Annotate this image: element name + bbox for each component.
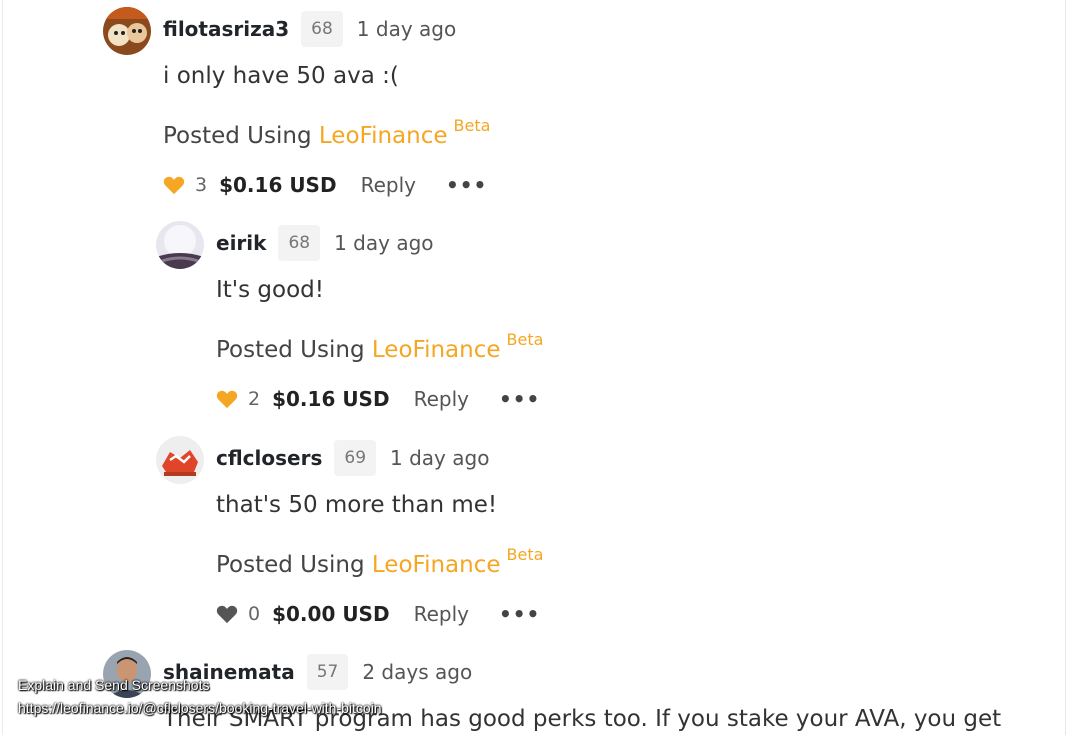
- more-options-icon[interactable]: •••: [446, 173, 487, 197]
- reply-button[interactable]: Reply: [414, 387, 469, 411]
- overlay-caption: Explain and Send Screenshots: [18, 677, 210, 693]
- comment-thread: filotasriza3 68 1 day ago i only have 50…: [0, 0, 1066, 735]
- leofinance-link[interactable]: LeoFinance: [319, 123, 448, 149]
- posted-using: Posted Using LeoFinance Beta: [216, 330, 543, 363]
- leofinance-link[interactable]: LeoFinance: [372, 337, 501, 363]
- reply-button[interactable]: Reply: [361, 173, 416, 197]
- payout-value[interactable]: $0.16 USD: [219, 173, 336, 197]
- timestamp[interactable]: 1 day ago: [390, 446, 489, 470]
- comment-body: It's good!: [216, 277, 324, 303]
- posted-using-label: Posted Using: [163, 123, 312, 149]
- heart-icon[interactable]: [163, 175, 185, 195]
- avatar[interactable]: [156, 221, 204, 269]
- reply-button[interactable]: Reply: [414, 602, 469, 626]
- payout-value[interactable]: $0.00 USD: [272, 602, 389, 626]
- reputation-badge: 68: [301, 11, 343, 47]
- posted-using-label: Posted Using: [216, 337, 365, 363]
- author-name[interactable]: filotasriza3: [163, 17, 289, 41]
- left-divider: [2, 0, 3, 735]
- reputation-badge: 68: [278, 225, 321, 261]
- comment-body: that's 50 more than me!: [216, 492, 498, 518]
- reputation-badge: 57: [306, 654, 349, 690]
- posted-using-label: Posted Using: [216, 552, 365, 578]
- comment-actions: 3 $0.16 USD Reply •••: [163, 170, 487, 200]
- timestamp[interactable]: 2 days ago: [362, 660, 472, 684]
- posted-using: Posted Using LeoFinance Beta: [216, 545, 543, 578]
- comment-actions: 2 $0.16 USD Reply •••: [216, 384, 540, 414]
- vote-count[interactable]: 3: [195, 174, 207, 196]
- vote-count[interactable]: 0: [248, 603, 260, 625]
- avatar[interactable]: [156, 436, 204, 484]
- more-options-icon[interactable]: •••: [499, 387, 540, 411]
- comment-body: i only have 50 ava :(: [163, 63, 399, 89]
- posted-using: Posted Using LeoFinance Beta: [163, 116, 490, 149]
- heart-icon[interactable]: [216, 389, 238, 409]
- more-options-icon[interactable]: •••: [499, 602, 540, 626]
- payout-value[interactable]: $0.16 USD: [272, 387, 389, 411]
- reputation-badge: 69: [334, 440, 377, 476]
- overlay-url: https://leofinance.io/@cflclosers/bookin…: [18, 700, 382, 716]
- heart-icon[interactable]: [216, 604, 238, 624]
- vote-count[interactable]: 2: [248, 388, 260, 410]
- beta-label: Beta: [506, 545, 544, 564]
- beta-label: Beta: [453, 116, 491, 135]
- timestamp[interactable]: 1 day ago: [334, 231, 433, 255]
- leofinance-link[interactable]: LeoFinance: [372, 552, 501, 578]
- comment-actions: 0 $0.00 USD Reply •••: [216, 599, 540, 629]
- timestamp[interactable]: 1 day ago: [357, 17, 456, 41]
- author-name[interactable]: eirik: [216, 231, 266, 255]
- beta-label: Beta: [506, 330, 544, 349]
- avatar[interactable]: [103, 7, 151, 55]
- author-name[interactable]: cflclosers: [216, 446, 322, 470]
